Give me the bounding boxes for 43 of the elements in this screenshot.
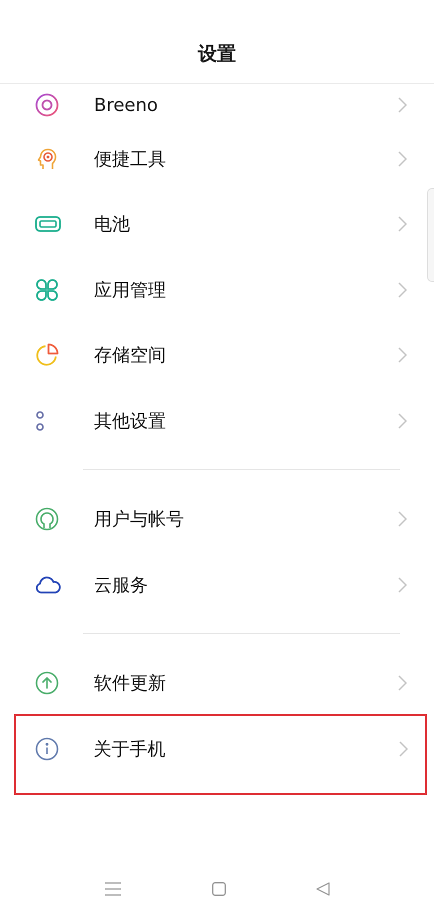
settings-item[interactable]: 应用管理 <box>0 257 427 322</box>
home-square-icon[interactable] <box>212 882 226 896</box>
four-petal-icon <box>35 278 59 302</box>
back-triangle-icon[interactable] <box>316 882 330 896</box>
settings-item[interactable]: 便捷工具 <box>0 126 427 192</box>
settings-item[interactable]: 其他设置 <box>0 388 427 454</box>
chevron-icon <box>398 282 407 298</box>
item-label: 便捷工具 <box>94 148 167 171</box>
battery-icon <box>35 216 61 232</box>
settings-item[interactable]: Breeno <box>0 84 427 126</box>
settings-item[interactable]: 云服务 <box>0 552 427 618</box>
chevron-icon <box>398 511 407 528</box>
chevron-icon <box>398 347 407 364</box>
settings-item[interactable]: 用户与帐号 <box>0 486 427 552</box>
item-label: 电池 <box>94 213 131 236</box>
settings-item[interactable]: 电池 <box>0 192 427 257</box>
chevron-icon <box>398 675 407 692</box>
chevron-icon <box>398 97 407 113</box>
item-label: 存储空间 <box>94 344 167 368</box>
user-icon <box>35 507 59 532</box>
pie-chart-icon <box>35 343 59 368</box>
chevron-icon <box>398 150 407 167</box>
info-icon <box>34 736 58 761</box>
item-label: 软件更新 <box>94 672 167 696</box>
chevron-icon <box>398 412 407 429</box>
head-icon <box>35 146 59 171</box>
chevron-icon <box>398 740 408 757</box>
item-label: 云服务 <box>94 574 149 597</box>
chevron-icon <box>398 216 407 232</box>
cloud-icon <box>35 576 61 594</box>
item-label: 用户与帐号 <box>94 508 185 532</box>
page-title: 设置 <box>198 42 236 66</box>
menu-icon[interactable] <box>105 882 121 896</box>
two-dots-icon <box>35 410 45 432</box>
ring-icon <box>35 93 59 117</box>
item-label: 应用管理 <box>94 278 167 302</box>
chevron-icon <box>398 576 407 593</box>
item-label: 其他设置 <box>94 410 167 433</box>
settings-item[interactable]: 关于手机 <box>0 716 428 782</box>
item-label: 关于手机 <box>94 738 166 761</box>
settings-item[interactable]: 存储空间 <box>0 322 427 388</box>
item-label: Breeno <box>94 94 159 116</box>
settings-item[interactable]: 软件更新 <box>0 650 427 716</box>
